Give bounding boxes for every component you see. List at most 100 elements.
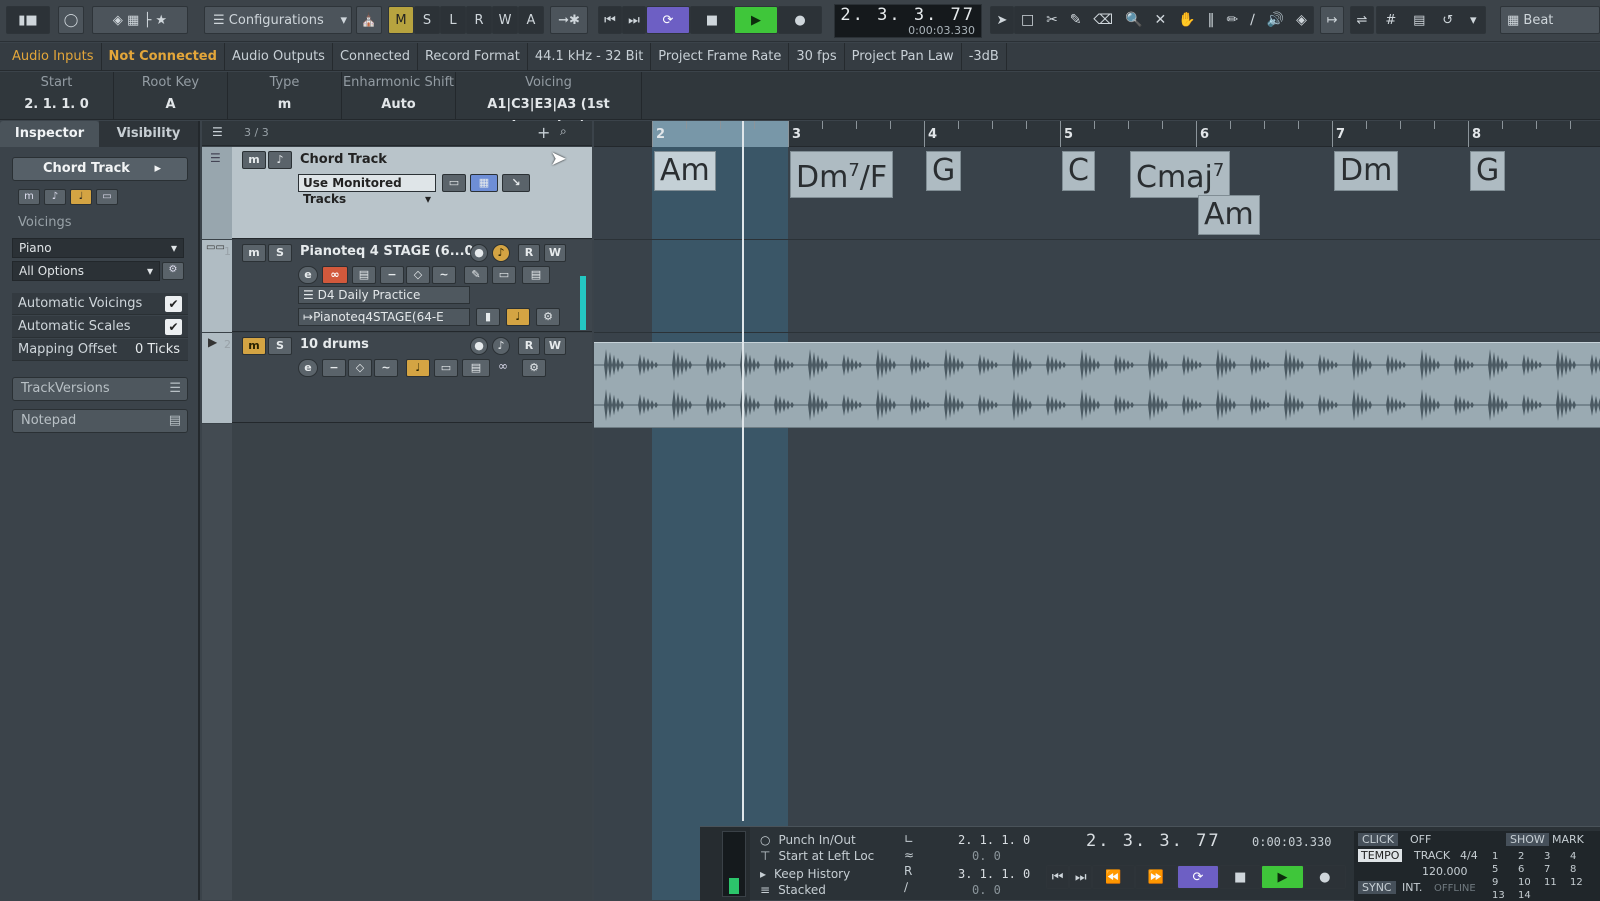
gear-icon[interactable]: ⚙: [162, 262, 184, 280]
project-event-display[interactable]: 2 3 4 5 6 7 8 Am Dm7/F G C Cmaj7 Am Dm G: [594, 121, 1600, 900]
grid-type-dropdown[interactable]: ▦ Beat: [1500, 6, 1600, 34]
note-icon[interactable]: ♩: [506, 308, 530, 326]
lanes-icon[interactable]: ▤: [352, 266, 376, 284]
chord-event[interactable]: Dm: [1334, 151, 1399, 191]
go-to-start-icon[interactable]: ⏮: [598, 6, 622, 34]
note-icon[interactable]: ♩: [70, 189, 92, 205]
insert-icon[interactable]: −: [322, 359, 346, 377]
marker-button[interactable]: 14: [1518, 890, 1544, 901]
time-signature[interactable]: 4/4: [1460, 849, 1478, 862]
constrain-delay-icon[interactable]: ◯: [58, 6, 84, 34]
object-selection-icon[interactable]: ➤: [990, 6, 1014, 34]
right-locator-icon[interactable]: R: [904, 863, 924, 879]
speaker-icon[interactable]: ♪: [268, 151, 292, 169]
punch-in-out-option[interactable]: ○ Punch In/Out: [760, 833, 856, 847]
stop-icon[interactable]: ■: [1219, 865, 1262, 889]
write-automation-button[interactable]: W: [544, 244, 566, 262]
color-icon[interactable]: ◈: [1296, 12, 1307, 28]
tempo-value[interactable]: TRACK: [1414, 849, 1450, 862]
zoom-icon[interactable]: 🔍: [1125, 12, 1142, 28]
audio-outputs-status[interactable]: Connected: [333, 42, 418, 71]
record-icon[interactable]: ●: [778, 6, 822, 34]
chord-edit-icon[interactable]: ↘: [502, 174, 530, 192]
monitor-icon[interactable]: ♪: [492, 244, 510, 262]
folder-icon[interactable]: ▭: [442, 174, 466, 192]
split-icon[interactable]: ✂: [1046, 12, 1058, 28]
chord-follow-icon[interactable]: ∞: [322, 266, 348, 284]
camera-icon[interactable]: ⛪: [356, 6, 382, 34]
tempo-bpm[interactable]: 120.000: [1422, 865, 1468, 878]
track-name[interactable]: Pianoteq 4 STAGE (6...01: [300, 244, 483, 259]
click-button[interactable]: CLICK: [1358, 833, 1398, 846]
automatic-scales-row[interactable]: Automatic Scales ✔: [12, 316, 188, 338]
folder-icon[interactable]: ▭: [434, 359, 458, 377]
record-enable-icon[interactable]: ●: [470, 244, 488, 262]
audio-event-drums[interactable]: [594, 342, 1600, 428]
chord-event[interactable]: Am: [1198, 195, 1260, 235]
window-layout-group[interactable]: ◈ ▦ ├ ★: [92, 6, 188, 34]
marker-button[interactable]: 7: [1544, 864, 1570, 875]
eq-icon[interactable]: ◇: [348, 359, 372, 377]
marker-button[interactable]: 1: [1492, 851, 1518, 862]
cycle-toggle-icon[interactable]: ⟳: [646, 6, 690, 34]
track-versions-section[interactable]: TrackVersions ☰: [12, 377, 188, 401]
edit-instrument-icon[interactable]: e: [298, 266, 318, 284]
play-icon[interactable]: ▶: [734, 6, 778, 34]
read-automation-button[interactable]: R: [518, 244, 540, 262]
eq-icon[interactable]: ◇: [406, 266, 430, 284]
track-list-menu-icon[interactable]: ☰: [212, 125, 223, 139]
record-format-value[interactable]: 44.1 kHz - 32 Bit: [528, 42, 652, 71]
hand-icon[interactable]: ✋: [1178, 12, 1195, 28]
search-icon[interactable]: ⌕: [560, 124, 567, 139]
marker-button[interactable]: 13: [1492, 890, 1518, 901]
notepad-section[interactable]: Notepad ▤: [12, 409, 188, 433]
folder-icon[interactable]: ▭: [96, 189, 118, 205]
voicing-field[interactable]: VoicingA1|C3|E3|A3 (1st Inversion): [456, 72, 642, 134]
mute-button[interactable]: m: [242, 151, 266, 169]
marker-button[interactable]: 2: [1518, 851, 1544, 862]
marker-button[interactable]: 4: [1570, 851, 1596, 862]
note-icon[interactable]: ♩: [406, 359, 430, 377]
voicing-library-select[interactable]: Piano ▾: [12, 238, 184, 258]
tab-inspector[interactable]: Inspector: [0, 121, 99, 147]
track-name[interactable]: 10 drums: [300, 337, 369, 352]
marker-button[interactable]: 8: [1570, 864, 1596, 875]
pan-law-value[interactable]: -3dB: [962, 42, 1007, 71]
automatic-voicings-checkbox[interactable]: ✔: [165, 296, 182, 312]
snap-toggle-icon[interactable]: ⇌: [1350, 6, 1374, 34]
quantize-icon[interactable]: ↺: [1442, 13, 1453, 28]
gear-icon[interactable]: ⚙: [522, 359, 546, 377]
voicing-options-select[interactable]: All Options ▾: [12, 261, 160, 281]
write-automation-button[interactable]: W: [544, 337, 566, 355]
speaker-icon[interactable]: 🔊: [1267, 12, 1284, 28]
frame-rate-label[interactable]: Project Frame Rate: [651, 42, 790, 71]
marker-button[interactable]: 6: [1518, 864, 1544, 875]
chord-event[interactable]: G: [926, 151, 962, 191]
grid-icon[interactable]: #: [1385, 13, 1396, 28]
fade-icon[interactable]: ≈: [904, 847, 924, 863]
monitor-icon[interactable]: ♪: [492, 337, 510, 355]
fade-icon[interactable]: ∕: [904, 879, 924, 895]
enharmonic-shift-field[interactable]: Enharmonic Shift Auto: [342, 72, 456, 120]
chord-track-row[interactable]: ☰ m ♪ Chord Track Use Monitored Tracks ▾ …: [202, 147, 592, 239]
go-to-start-icon[interactable]: ⏮: [1046, 865, 1070, 889]
automatic-scales-checkbox[interactable]: ✔: [165, 319, 182, 335]
listen-mode-button[interactable]: L: [440, 6, 466, 34]
solo-mode-button[interactable]: S: [414, 6, 440, 34]
folder-icon[interactable]: ▭: [492, 266, 516, 284]
record-icon[interactable]: ●: [1303, 865, 1346, 889]
chord-event[interactable]: Cmaj7: [1130, 151, 1231, 198]
marker-button[interactable]: 10: [1518, 877, 1544, 888]
start-field[interactable]: Start 2. 1. 1. 0: [0, 72, 114, 120]
root-key-field[interactable]: Root Key A: [114, 72, 228, 120]
left-locator-sub[interactable]: 0. 0: [972, 849, 1001, 863]
mute-mode-button[interactable]: M: [388, 6, 414, 34]
mapping-offset-value[interactable]: 0 Ticks: [135, 339, 180, 361]
keep-history-option[interactable]: ▸ Keep History: [760, 867, 850, 881]
erase-icon[interactable]: ⌫: [1093, 12, 1113, 28]
sync-button[interactable]: SYNC: [1358, 881, 1396, 894]
automation-mode-button[interactable]: A: [518, 6, 544, 34]
audio-inputs-status[interactable]: Not Connected: [102, 42, 225, 71]
left-locator-icon[interactable]: ∟: [904, 831, 924, 847]
configurations-dropdown[interactable]: ☰ Configurations ▾: [204, 6, 352, 34]
